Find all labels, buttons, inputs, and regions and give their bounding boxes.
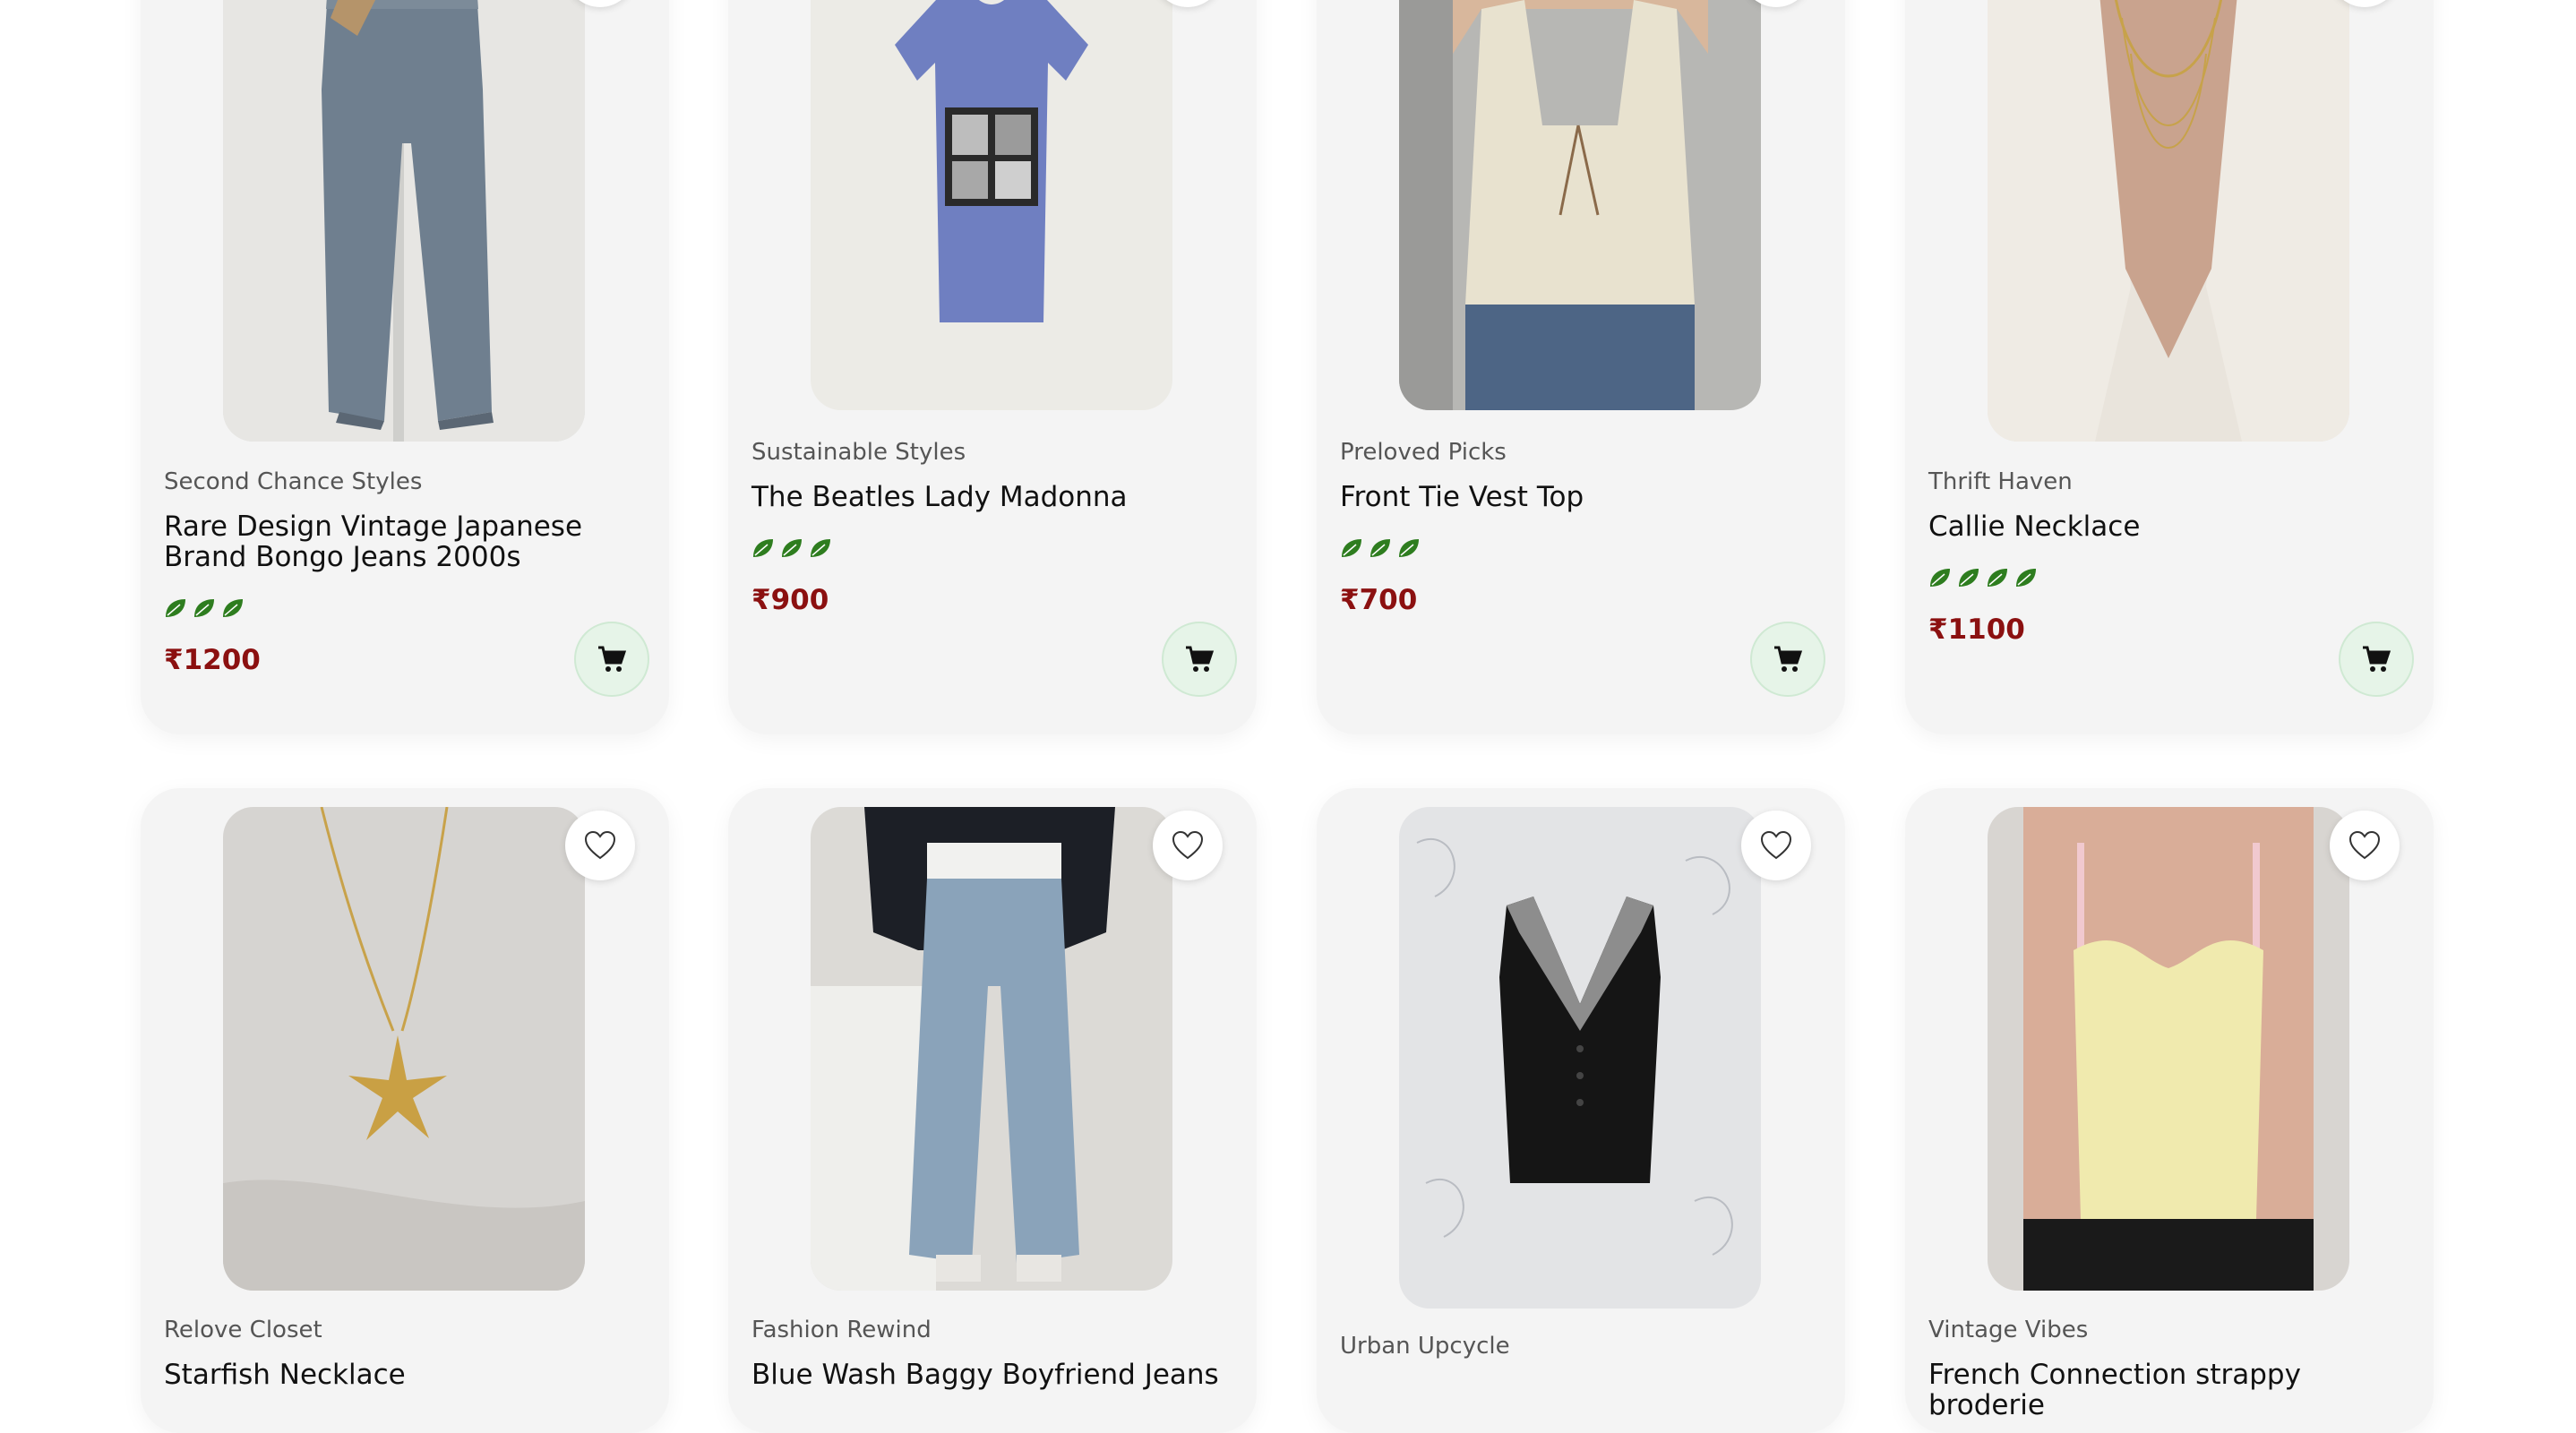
product-image[interactable] [1399, 807, 1761, 1309]
leaf-icon [2016, 569, 2036, 587]
favorite-button[interactable] [1153, 811, 1223, 880]
product-image[interactable] [223, 0, 585, 442]
product-info: Thrift Haven Callie Necklace ₹1100 [1928, 468, 2410, 646]
product-price: ₹900 [751, 584, 829, 616]
eco-rating [1340, 537, 1822, 559]
leaf-icon [1370, 539, 1390, 557]
product-info: Urban Upcycle [1340, 1333, 1822, 1376]
leaf-icon [194, 599, 214, 617]
product-title[interactable]: Starfish Necklace [164, 1360, 646, 1390]
product-image[interactable] [223, 807, 585, 1291]
leaf-icon [1399, 539, 1419, 557]
product-image[interactable] [1988, 0, 2349, 442]
product-card[interactable]: Vintage Vibes French Connection strappy … [1905, 788, 2434, 1433]
product-card[interactable]: Relove Closet Starfish Necklace [141, 788, 669, 1433]
product-info: Vintage Vibes French Connection strappy … [1928, 1317, 2410, 1420]
product-card[interactable]: Second Chance Styles Rare Design Vintage… [141, 0, 669, 734]
leaf-icon [1342, 539, 1361, 557]
eco-rating [164, 597, 646, 619]
product-card[interactable]: Sustainable Styles The Beatles Lady Mado… [728, 0, 1257, 734]
favorite-button[interactable] [2330, 811, 2400, 880]
seller-name: Urban Upcycle [1340, 1333, 1510, 1360]
product-grid: Second Chance Styles Rare Design Vintage… [0, 0, 2576, 1433]
product-card[interactable]: Preloved Picks Front Tie Vest Top ₹700 [1317, 0, 1845, 734]
product-title[interactable]: Rare Design Vintage Japanese Brand Bongo… [164, 511, 646, 572]
seller-name: Vintage Vibes [1928, 1317, 2089, 1343]
heart-outline-icon [2348, 830, 2381, 860]
shopping-cart-icon [1186, 646, 1215, 672]
product-title[interactable]: Blue Wash Baggy Boyfriend Jeans [751, 1360, 1233, 1390]
product-title[interactable]: Callie Necklace [1928, 511, 2410, 542]
seller-name: Second Chance Styles [164, 468, 423, 495]
product-image[interactable] [1399, 0, 1761, 410]
heart-outline-icon [584, 830, 616, 860]
leaf-icon [1959, 569, 1979, 587]
product-card[interactable]: Thrift Haven Callie Necklace ₹1100 [1905, 0, 2434, 734]
add-to-cart-button[interactable] [1162, 622, 1237, 697]
product-title[interactable]: The Beatles Lady Madonna [751, 482, 1233, 512]
eco-rating [1928, 567, 2410, 588]
product-title[interactable]: French Connection strappy broderie [1928, 1360, 2410, 1420]
seller-name: Thrift Haven [1928, 468, 2073, 495]
seller-name: Preloved Picks [1340, 439, 1507, 466]
seller-name: Sustainable Styles [751, 439, 966, 466]
product-info: Relove Closet Starfish Necklace [164, 1317, 646, 1390]
favorite-button[interactable] [1741, 811, 1811, 880]
add-to-cart-button[interactable] [2339, 622, 2414, 697]
seller-name: Fashion Rewind [751, 1317, 932, 1343]
product-title[interactable]: Front Tie Vest Top [1340, 482, 1822, 512]
shopping-cart-icon [2363, 646, 2391, 672]
product-price: ₹1100 [1928, 614, 2025, 646]
heart-outline-icon [1172, 830, 1204, 860]
add-to-cart-button[interactable] [574, 622, 649, 697]
product-image[interactable] [811, 0, 1172, 410]
product-card[interactable]: Urban Upcycle [1317, 788, 1845, 1433]
add-to-cart-button[interactable] [1750, 622, 1825, 697]
eco-rating [751, 537, 1233, 559]
leaf-icon [782, 539, 802, 557]
product-info: Preloved Picks Front Tie Vest Top ₹700 [1340, 439, 1822, 616]
heart-outline-icon [1760, 830, 1792, 860]
leaf-icon [223, 599, 243, 617]
leaf-icon [166, 599, 185, 617]
leaf-icon [1988, 569, 2007, 587]
product-price: ₹700 [1340, 584, 1418, 616]
seller-name: Relove Closet [164, 1317, 322, 1343]
product-info: Fashion Rewind Blue Wash Baggy Boyfriend… [751, 1317, 1233, 1390]
leaf-icon [753, 539, 773, 557]
product-image[interactable] [1988, 807, 2349, 1291]
product-info: Sustainable Styles The Beatles Lady Mado… [751, 439, 1233, 616]
leaf-icon [811, 539, 830, 557]
shopping-cart-icon [598, 646, 627, 672]
product-card[interactable]: Fashion Rewind Blue Wash Baggy Boyfriend… [728, 788, 1257, 1433]
favorite-button[interactable] [565, 811, 635, 880]
product-info: Second Chance Styles Rare Design Vintage… [164, 468, 646, 676]
product-image[interactable] [811, 807, 1172, 1291]
shopping-cart-icon [1774, 646, 1803, 672]
leaf-icon [1930, 569, 1950, 587]
